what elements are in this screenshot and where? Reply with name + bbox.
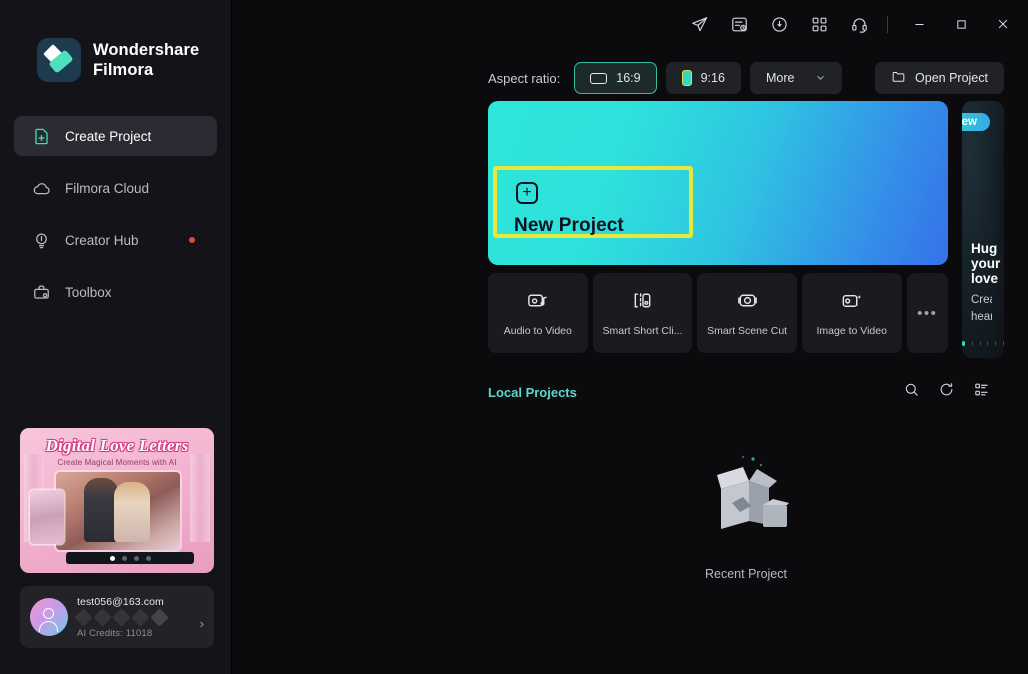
avatar xyxy=(30,598,68,636)
sidebar-item-label: Create Project xyxy=(65,128,152,144)
maximize-button[interactable] xyxy=(940,8,982,40)
main-area: Aspect ratio: 16:9 9:16 More Open Projec… xyxy=(232,0,1028,674)
empty-state: Recent Project xyxy=(488,445,1004,581)
badge-diamond-icon xyxy=(74,607,93,627)
sidebar-item-label: Toolbox xyxy=(65,284,112,300)
feature-promo-card[interactable]: New Hug your love Create heartwarming AI… xyxy=(962,101,1004,358)
promo-carousel-dots[interactable] xyxy=(962,341,1004,346)
promo-card-title: Hug your love xyxy=(971,241,1001,286)
more-tools-icon[interactable]: ••• xyxy=(906,273,948,353)
tool-label: Image to Video xyxy=(816,325,887,337)
tool-audio-to-video[interactable]: Audio to Video xyxy=(488,273,588,353)
sidebar-promo-dots[interactable] xyxy=(66,552,194,564)
sidebar-item-label: Creator Hub xyxy=(65,232,139,248)
sidebar-item-filmora-cloud[interactable]: Filmora Cloud xyxy=(14,168,217,208)
sidebar: Wondershare Filmora Create Project Filmo… xyxy=(0,0,232,674)
headset-support-icon[interactable] xyxy=(839,8,879,40)
sidebar-item-label: Filmora Cloud xyxy=(65,180,150,196)
list-view-icon[interactable] xyxy=(973,381,990,403)
search-icon[interactable] xyxy=(903,381,920,403)
minimize-button[interactable] xyxy=(898,8,940,40)
filmora-logo-icon xyxy=(37,38,81,82)
tool-label: Smart Scene Cut xyxy=(707,325,788,337)
toolbox-icon xyxy=(32,283,51,302)
tool-label: Smart Short Cli... xyxy=(602,325,683,337)
audio-to-video-icon xyxy=(526,289,549,317)
sidebar-promo-title: Digital Love Letters xyxy=(45,436,189,455)
smart-scene-cut-icon xyxy=(736,289,759,317)
aspect-more-dropdown[interactable]: More xyxy=(749,62,843,94)
task-list-icon[interactable] xyxy=(719,8,759,40)
notification-dot xyxy=(189,237,195,243)
sidebar-item-creator-hub[interactable]: Creator Hub xyxy=(14,220,217,260)
tool-image-to-video[interactable]: Image to Video xyxy=(801,273,902,353)
quick-tools-row: Audio to Video Smart Short Cli... Smart … xyxy=(488,273,948,353)
badge-diamond-icon xyxy=(150,607,169,627)
sidebar-promo-banner[interactable]: Digital Love Letters Create Magical Mome… xyxy=(20,428,214,573)
badge-diamond-icon xyxy=(93,607,112,627)
lightbulb-icon xyxy=(32,231,51,250)
plus-icon: + xyxy=(516,182,538,204)
empty-box-icon xyxy=(691,445,801,545)
aspect-more-label: More xyxy=(765,71,795,85)
brand-name: Wondershare Filmora xyxy=(93,40,200,79)
cloud-download-icon[interactable] xyxy=(759,8,799,40)
tool-smart-scene-cut[interactable]: Smart Scene Cut xyxy=(697,273,797,353)
image-to-video-icon xyxy=(840,289,863,317)
apps-grid-icon[interactable] xyxy=(799,8,839,40)
account-credits: AI Credits: 11018 xyxy=(77,627,153,639)
new-project-label: New Project xyxy=(514,215,624,236)
landscape-frame-icon xyxy=(590,72,608,84)
sidebar-promo-photo xyxy=(56,472,180,550)
new-project-hero[interactable]: + New Project xyxy=(488,101,948,265)
close-button[interactable] xyxy=(982,8,1024,40)
content-area: + New Project Audio to Video Smart Short… xyxy=(232,101,1028,581)
account-email: test056@163.com xyxy=(77,595,164,608)
local-projects-title: Local Projects xyxy=(488,384,577,400)
titlebar-divider xyxy=(887,15,888,33)
smart-short-clip-icon xyxy=(631,289,654,317)
promo-card-description: Create heartwarming AI hugs that capture… xyxy=(971,294,992,320)
portrait-frame-icon xyxy=(681,70,692,86)
chevron-right-icon[interactable]: › xyxy=(200,616,204,631)
filmora-window: Wondershare Filmora Create Project Filmo… xyxy=(0,0,1028,674)
account-badges xyxy=(74,607,214,627)
refresh-icon[interactable] xyxy=(938,381,955,403)
tool-label: Audio to Video xyxy=(503,325,572,337)
aspect-chip-label: 9:16 xyxy=(700,71,725,85)
sidebar-promo-subtitle: Create Magical Moments with AI xyxy=(57,458,177,467)
sidebar-item-create-project[interactable]: Create Project xyxy=(14,116,217,156)
empty-state-caption: Recent Project xyxy=(705,567,787,581)
brand: Wondershare Filmora xyxy=(0,0,231,82)
local-projects-header: Local Projects xyxy=(488,381,1004,403)
send-feedback-icon[interactable] xyxy=(679,8,719,40)
aspect-chip-9-16[interactable]: 9:16 xyxy=(665,62,741,94)
chevron-down-icon xyxy=(815,72,826,85)
cloud-icon xyxy=(32,179,51,198)
new-badge: New xyxy=(962,113,990,131)
sidebar-item-toolbox[interactable]: Toolbox xyxy=(14,272,217,312)
tool-smart-short-clip[interactable]: Smart Short Cli... xyxy=(592,273,693,353)
aspect-ratio-label: Aspect ratio: xyxy=(488,70,561,86)
open-project-button[interactable]: Open Project xyxy=(875,62,1004,94)
aspect-chip-16-9[interactable]: 16:9 xyxy=(574,62,657,94)
new-file-plus-icon xyxy=(32,127,51,146)
aspect-chip-label: 16:9 xyxy=(616,71,641,85)
sidebar-promo-thumb xyxy=(30,490,64,544)
pillar-right-decor xyxy=(190,454,210,542)
badge-diamond-icon xyxy=(112,607,131,627)
open-project-label: Open Project xyxy=(915,71,988,85)
sidebar-nav: Create Project Filmora Cloud Creator Hub… xyxy=(0,116,231,312)
badge-diamond-icon xyxy=(131,607,150,627)
folder-icon xyxy=(891,69,906,87)
titlebar xyxy=(232,0,1028,48)
account-panel[interactable]: test056@163.com AI Credits: 11018 › xyxy=(20,586,214,648)
aspect-ratio-toolbar: Aspect ratio: 16:9 9:16 More Open Projec… xyxy=(232,57,1028,99)
